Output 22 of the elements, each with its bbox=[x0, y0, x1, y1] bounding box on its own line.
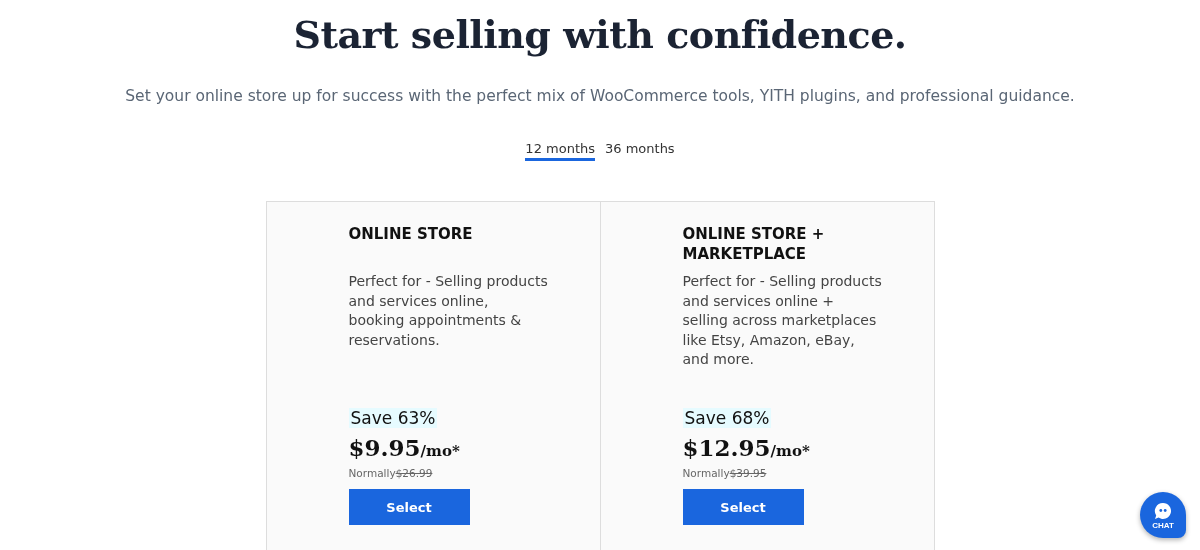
normal-price-label: Normally bbox=[348, 467, 396, 479]
chat-bubble-icon bbox=[1153, 500, 1173, 521]
term-tab[interactable]: 12 months bbox=[525, 141, 595, 161]
normal-price: $26.99 bbox=[395, 467, 433, 479]
discount-label: Save 68% bbox=[682, 408, 772, 428]
normal-price: $39.95 bbox=[729, 467, 767, 479]
subtitle: Set your online store up for success with the perfect mix of WooCommerce tools, YITH plugins, and professional guidance. bbox=[125, 87, 1075, 105]
price-unit: /mo* bbox=[770, 442, 810, 460]
price: $9.95 bbox=[348, 434, 421, 461]
plan-description: Perfect for - Selling products and services online, booking appointments & reservations. bbox=[348, 272, 549, 350]
price: $12.95 bbox=[682, 434, 771, 461]
price-unit: /mo* bbox=[420, 442, 460, 460]
page-heading: Start selling with confidence. bbox=[293, 12, 907, 57]
discount-label: Save 63% bbox=[348, 408, 438, 428]
select-button[interactable]: Select bbox=[348, 489, 470, 525]
plan-description: Perfect for - Selling products and services online + selling across marketplaces like Etsy, Amazon, eBay, and more. bbox=[682, 272, 883, 369]
chat-button[interactable]: CHAT bbox=[1140, 492, 1186, 538]
plan-name: ONLINE STORE + MARKETPLACE bbox=[682, 224, 826, 265]
plan-name: ONLINE STORE bbox=[348, 224, 474, 245]
select-button[interactable]: Select bbox=[682, 489, 804, 525]
normal-price-label: Normally bbox=[682, 467, 730, 479]
term-tab[interactable]: 36 months bbox=[605, 141, 675, 161]
